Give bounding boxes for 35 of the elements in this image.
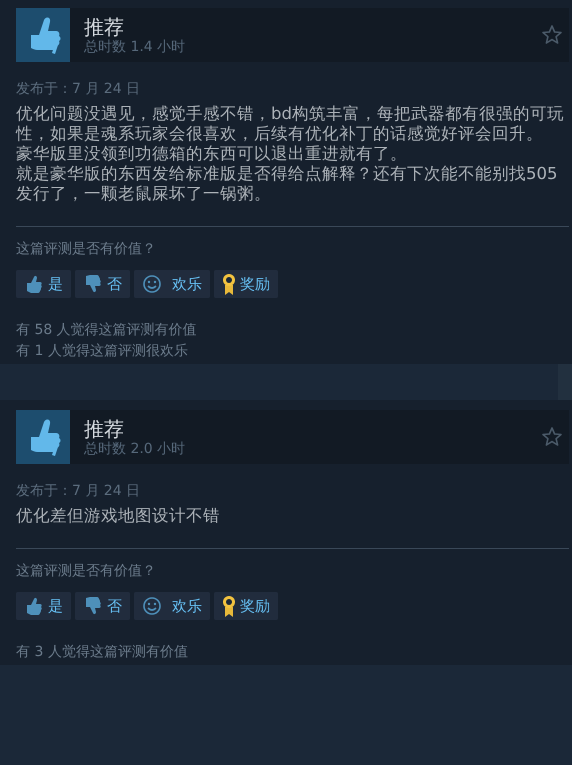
playtime-text: 总时数 2.0 小时 [84, 440, 186, 458]
review-text: 就是豪华版的东西发给标准版是否得给点解释？还有下次能不能别找505发行了，一颗老鼠屎坏了一锅粥。 [16, 164, 558, 204]
star-icon[interactable] [541, 24, 563, 46]
medal-icon [222, 273, 236, 295]
star-icon[interactable] [541, 426, 563, 448]
helpful-prompt: 这篇评测是否有价值？ [16, 241, 157, 258]
smiley-icon [142, 274, 162, 294]
smiley-icon [142, 596, 162, 616]
no-vote-button[interactable]: 否 [75, 270, 130, 298]
review-text: 优化问题没遇见，感觉手感不错，bd构筑丰富，每把武器都有很强的可玩性，如果是魂系玩家会很喜欢，后续有优化补丁的话感觉好评会回升。 [16, 104, 565, 144]
helpful-count: 有 58 人觉得这篇评测有价值 [16, 321, 198, 340]
award-vote-button[interactable]: 奖励 [214, 270, 278, 298]
thumbs-down-icon [83, 596, 103, 616]
helpful-count: 有 3 人觉得这篇评测有价值 [16, 643, 189, 662]
yes-vote-button[interactable]: 是 [16, 270, 71, 298]
review-text: 豪华版里没领到功德箱的东西可以退出重进就有了。 [16, 144, 408, 164]
award-vote-button[interactable]: 奖励 [214, 592, 278, 620]
review-text: 优化差但游戏地图设计不错 [16, 506, 221, 526]
medal-icon [222, 595, 236, 617]
funny-vote-button[interactable]: 欢乐 [134, 592, 210, 620]
helpful-count: 有 1 人觉得这篇评测很欢乐 [16, 342, 189, 361]
thumbs-up-icon [24, 274, 44, 294]
posted-date: 发布于：7 月 24 日 [16, 80, 142, 98]
thumbs-up-icon [24, 596, 44, 616]
funny-vote-button[interactable]: 欢乐 [134, 270, 210, 298]
thumbs-up-icon [16, 410, 70, 464]
verdict-title: 推荐 [84, 14, 125, 38]
posted-date: 发布于：7 月 24 日 [16, 482, 142, 500]
no-vote-button[interactable]: 否 [75, 592, 130, 620]
helpful-prompt: 这篇评测是否有价值？ [16, 563, 157, 580]
yes-vote-button[interactable]: 是 [16, 592, 71, 620]
thumbs-down-icon [83, 274, 103, 294]
verdict-title: 推荐 [84, 416, 125, 440]
thumbs-up-icon [16, 8, 70, 62]
playtime-text: 总时数 1.4 小时 [84, 38, 186, 56]
